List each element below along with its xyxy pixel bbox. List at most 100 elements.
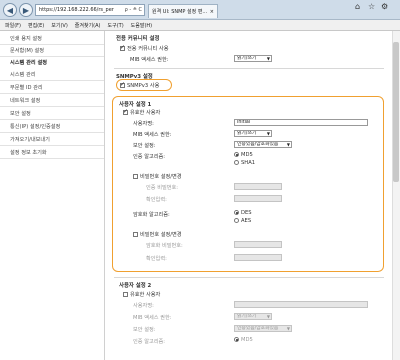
user1-enc-confirm-label: 확인입력: bbox=[146, 256, 167, 262]
sidebar-item-reset-settings[interactable]: 설정 정보 초기화 bbox=[10, 149, 47, 156]
sidebar-item-import-export[interactable]: 가져오기/내보내기 bbox=[10, 136, 50, 143]
menu-view[interactable]: 보기(V) bbox=[51, 22, 68, 29]
user2-username-label: 사용자명: bbox=[133, 303, 154, 309]
main-content: 전용 커뮤니티 설정 전용 커뮤니티 사용 MIB 액세스 권한: 읽기/쓰기 ▼… bbox=[106, 31, 392, 360]
user1-auth-md5-label: MD5 bbox=[241, 152, 253, 158]
user1-enc-confirm-input[interactable] bbox=[234, 254, 282, 261]
chevron-down-icon: ▼ bbox=[286, 326, 290, 331]
user1-security-select[interactable]: 인증있음/암호화있음 ▼ bbox=[234, 141, 292, 148]
user1-enable-label: 유효한 사용자 bbox=[130, 110, 161, 116]
snmpv3-row: SNMPv3 사용 bbox=[120, 81, 160, 89]
user1-auth-confirm-label: 확인입력: bbox=[146, 197, 167, 203]
sidebar-divider bbox=[0, 132, 104, 133]
forward-arrow-icon: ▶ bbox=[22, 5, 30, 15]
user1-enable-checkbox[interactable] bbox=[123, 108, 128, 115]
user1-auth-pw-input[interactable] bbox=[234, 183, 282, 190]
sidebar-item-network-settings[interactable]: 네트워크 설정 bbox=[10, 97, 40, 104]
home-icon[interactable]: ⌂ bbox=[355, 2, 360, 11]
use-snmpv3-label: SNMPv3 사용 bbox=[127, 83, 160, 89]
sidebar-item-security-settings[interactable]: 보안 설정 bbox=[10, 110, 31, 117]
user1-auth-confirm-input[interactable] bbox=[234, 195, 282, 202]
user2-security-select[interactable]: 인증있음/암호화있음 ▼ bbox=[234, 325, 292, 332]
address-controls[interactable]: ρ - ≙ C bbox=[125, 7, 144, 13]
user1-auth-md5-radio[interactable] bbox=[234, 152, 239, 157]
section-divider bbox=[114, 68, 384, 69]
user1-enable-row: 유효한 사용자 bbox=[123, 108, 161, 116]
sidebar-divider bbox=[0, 106, 104, 107]
chevron-down-icon: ▼ bbox=[266, 56, 270, 61]
sidebar-divider bbox=[0, 119, 104, 120]
use-snmpv3-checkbox[interactable] bbox=[120, 81, 125, 88]
back-button[interactable]: ◀ bbox=[3, 3, 17, 17]
user1-auth-sha1-radio[interactable] bbox=[234, 160, 239, 165]
menu-file[interactable]: 파일(F) bbox=[5, 22, 21, 29]
sidebar-divider bbox=[0, 44, 104, 45]
user1-username-label: 사용자명: bbox=[133, 121, 154, 127]
user2-auth-md5-option[interactable]: MD5 bbox=[234, 337, 253, 343]
sidebar-section-system-management: 시스템 관리 설정 bbox=[10, 60, 48, 66]
sidebar-divider bbox=[0, 80, 104, 81]
user-setting-2-title: 사용자 설정 2 bbox=[119, 283, 152, 289]
chevron-down-icon: ▼ bbox=[266, 314, 270, 319]
user2-auth-md5-label: MD5 bbox=[241, 337, 253, 343]
user1-auth-sha1-option[interactable]: SHA1 bbox=[234, 160, 255, 166]
menu-tools[interactable]: 도구(T) bbox=[108, 22, 124, 29]
user2-auth-md5-radio[interactable] bbox=[234, 337, 239, 342]
user1-enc-aes-option[interactable]: AES bbox=[234, 218, 251, 224]
sidebar-divider bbox=[0, 158, 104, 159]
user1-enc-des-option[interactable]: DES bbox=[234, 210, 252, 216]
user1-security-label: 보안 설정: bbox=[133, 143, 156, 149]
user1-username-input[interactable]: initial bbox=[234, 119, 368, 126]
sidebar-divider bbox=[0, 93, 104, 94]
private-community-section-title: 전용 커뮤니티 설정 bbox=[116, 36, 160, 42]
user1-enc-pw-change-row: 비밀번호 설정/변경 bbox=[133, 231, 182, 238]
favorites-star-icon[interactable]: ☆ bbox=[368, 2, 375, 11]
user1-auth-pw-change-checkbox[interactable] bbox=[133, 174, 138, 179]
browser-tab[interactable]: 원격 UI: SNMP 설정 편... × bbox=[148, 4, 218, 18]
user-setting-1-title: 사용자 설정 1 bbox=[119, 102, 152, 108]
chevron-down-icon: ▼ bbox=[286, 142, 290, 147]
user2-security-label: 보안 설정: bbox=[133, 327, 156, 333]
sidebar-item-department-id[interactable]: 부문별 ID 관리 bbox=[10, 84, 43, 91]
community-mib-access-label: MIB 액세스 권한: bbox=[130, 57, 169, 63]
user1-auth-algo-label: 인증 알고리즘: bbox=[133, 154, 166, 160]
settings-gear-icon[interactable]: ⚙ bbox=[381, 2, 388, 11]
menu-edit[interactable]: 편집(E) bbox=[28, 22, 44, 29]
menu-help[interactable]: 도움말(H) bbox=[131, 22, 152, 29]
section-divider bbox=[114, 277, 384, 278]
user1-enc-pw-change-checkbox[interactable] bbox=[133, 232, 138, 237]
use-private-community-checkbox[interactable] bbox=[120, 44, 125, 51]
scrollbar-thumb[interactable] bbox=[393, 42, 399, 182]
user2-username-input[interactable] bbox=[234, 301, 368, 308]
user1-enc-des-radio[interactable] bbox=[234, 210, 239, 215]
user2-enable-checkbox[interactable] bbox=[123, 292, 128, 297]
menu-favorites[interactable]: 즐겨찾기(A) bbox=[75, 22, 101, 29]
user1-mib-label: MIB 액세스 권한: bbox=[133, 132, 172, 138]
forward-button[interactable]: ▶ bbox=[19, 3, 33, 17]
user2-enable-label: 유효한 사용자 bbox=[130, 292, 161, 298]
sidebar-item-communication-auth[interactable]: 통신(IP) 설정/인증설정 bbox=[10, 123, 60, 130]
close-tab-icon[interactable]: × bbox=[210, 9, 217, 15]
sidebar-item-mailbox[interactable]: 문서함(M) 설정 bbox=[10, 47, 44, 54]
chevron-down-icon: ▼ bbox=[266, 131, 270, 136]
community-mib-access-value: 읽기/쓰기 bbox=[237, 56, 257, 61]
user1-auth-md5-option[interactable]: MD5 bbox=[234, 152, 253, 158]
sidebar: 인쇄 용지 설정 문서함(M) 설정 시스템 관리 설정 시스템 관리 부문별 … bbox=[0, 31, 105, 360]
sidebar-item-system-management[interactable]: 시스템 관리 bbox=[10, 71, 36, 78]
user1-enc-aes-radio[interactable] bbox=[234, 218, 239, 223]
user1-mib-select[interactable]: 읽기/쓰기 ▼ bbox=[234, 130, 272, 137]
community-mib-access-select[interactable]: 읽기/쓰기 ▼ bbox=[234, 55, 272, 62]
user1-auth-pw-label: 인증 비밀번호: bbox=[146, 185, 179, 191]
user1-mib-value: 읽기/쓰기 bbox=[237, 131, 257, 136]
user1-enc-pw-input[interactable] bbox=[234, 241, 282, 248]
user1-auth-pw-change-row: 비밀번호 설정/변경 bbox=[133, 173, 182, 180]
sidebar-item-paper-settings[interactable]: 인쇄 용지 설정 bbox=[10, 35, 42, 42]
user1-enc-pw-label: 암호화 비밀번호: bbox=[146, 243, 183, 249]
user2-mib-select[interactable]: 읽기/쓰기 ▼ bbox=[234, 313, 272, 320]
sidebar-divider bbox=[0, 56, 104, 57]
user2-enable-row: 유효한 사용자 bbox=[123, 291, 160, 298]
address-bar[interactable]: https://192.168.222.66/rs_per ρ - ≙ C bbox=[35, 4, 145, 16]
user1-security-value: 인증있음/암호화있음 bbox=[237, 142, 279, 147]
user1-auth-sha1-label: SHA1 bbox=[241, 160, 256, 166]
user1-enc-des-label: DES bbox=[241, 210, 252, 216]
